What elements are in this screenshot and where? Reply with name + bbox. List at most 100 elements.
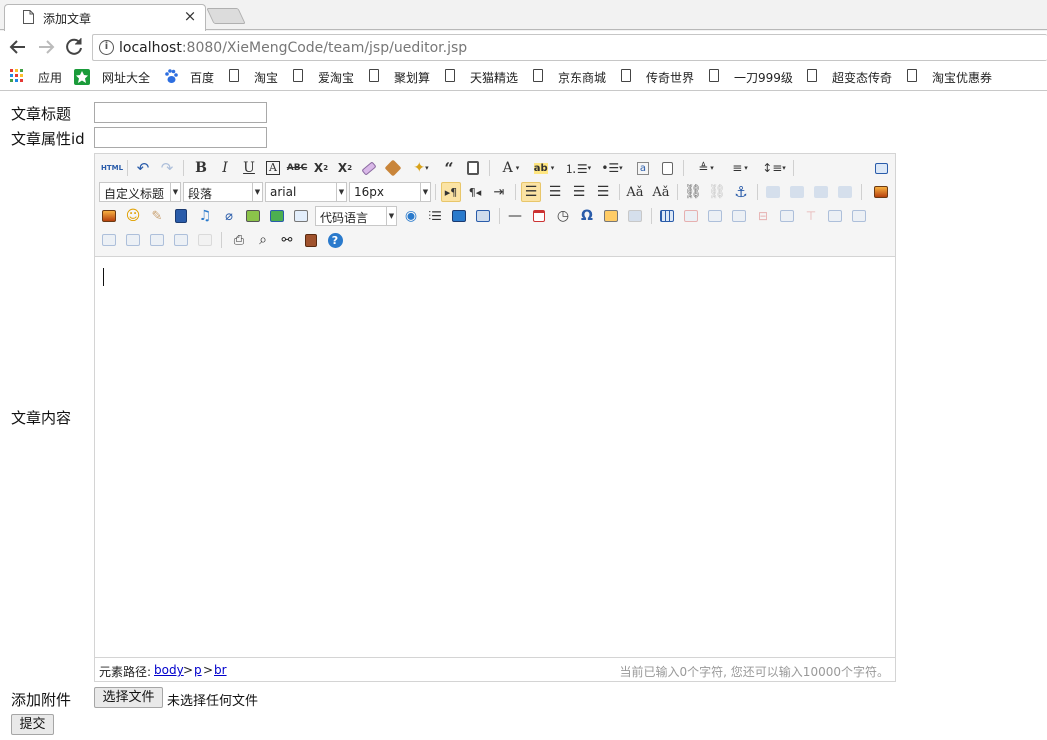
bookmark-chuanqi[interactable]: 传奇世界 <box>621 68 699 86</box>
eraser-icon[interactable] <box>359 158 379 178</box>
subscript-icon[interactable]: X2 <box>335 158 355 178</box>
anchor-icon[interactable]: ⚓ <box>731 182 751 202</box>
bold-icon[interactable]: B <box>191 158 211 178</box>
align-justify-icon[interactable]: ☰ <box>593 182 613 202</box>
merge-cells-icon[interactable] <box>825 206 845 226</box>
background-icon[interactable] <box>449 206 469 226</box>
insert-video-icon[interactable] <box>171 206 191 226</box>
title-input[interactable] <box>94 102 267 123</box>
ordered-list-icon[interactable]: ⒈☰ ▾ <box>563 158 593 178</box>
insert-frame-icon[interactable] <box>243 206 263 226</box>
snap-screen-icon[interactable] <box>601 206 621 226</box>
bookmark-ai-taobao[interactable]: 爱淘宝 <box>293 68 359 86</box>
align-right-icon[interactable]: ☰ <box>569 182 589 202</box>
insert-row-icon[interactable] <box>729 206 749 226</box>
music-icon[interactable]: ♫ <box>195 206 215 226</box>
image-center-icon[interactable] <box>835 182 855 202</box>
image-none-icon[interactable] <box>763 182 783 202</box>
clear-document-icon[interactable] <box>657 158 677 178</box>
bookmark-apps[interactable]: 应用 <box>10 68 64 86</box>
multi-image-icon[interactable] <box>99 206 119 226</box>
underline-icon[interactable]: U <box>239 158 259 178</box>
align-left-icon[interactable]: ☰ <box>521 182 541 202</box>
paragraph-format-select[interactable]: 段落 ▼ <box>183 182 263 202</box>
select-all-icon[interactable]: a <box>633 158 653 178</box>
help-icon[interactable]: ? <box>325 230 345 250</box>
redo-icon[interactable]: ↷ <box>157 158 177 178</box>
html-source-button[interactable]: HTML <box>101 158 123 178</box>
choose-file-button[interactable]: 选择文件 <box>94 687 163 708</box>
close-tab-icon[interactable]: × <box>181 7 199 25</box>
split-to-cols-icon[interactable] <box>171 230 191 250</box>
line-height-icon[interactable]: ↕≡ ▾ <box>759 158 789 178</box>
insert-time-icon[interactable]: ◷ <box>553 206 573 226</box>
rtl-direction-icon[interactable]: ¶◂ <box>465 182 485 202</box>
auto-typeset-icon[interactable]: ✦ ▾ <box>407 158 435 178</box>
undo-icon[interactable]: ↶ <box>133 158 153 178</box>
strikethrough-icon[interactable]: ABC <box>287 158 307 178</box>
insert-date-icon[interactable] <box>529 206 549 226</box>
split-to-cells-icon[interactable] <box>123 230 143 250</box>
bookmark-chaobian[interactable]: 超变态传奇 <box>807 68 897 86</box>
background-color-icon[interactable]: ab ▾ <box>529 158 559 178</box>
bookmark-yidao[interactable]: 一刀999级 <box>709 68 797 86</box>
special-char-icon[interactable]: Ω <box>577 206 597 226</box>
web-app-icon[interactable] <box>291 206 311 226</box>
blockquote-icon[interactable]: “ <box>439 158 459 178</box>
insert-table-icon[interactable] <box>657 206 677 226</box>
custom-heading-select[interactable]: 自定义标题 ▼ <box>99 182 181 202</box>
bookmark-taobao[interactable]: 淘宝 <box>229 68 283 86</box>
back-arrow-icon[interactable] <box>6 35 30 59</box>
submit-button[interactable]: 提交 <box>11 714 54 735</box>
drafts-icon[interactable] <box>301 230 321 250</box>
italic-icon[interactable]: I <box>215 158 235 178</box>
lowercase-icon[interactable]: Aǎ <box>651 182 671 202</box>
horizontal-rule-icon[interactable]: — <box>505 206 525 226</box>
insert-table-template-icon[interactable] <box>473 206 493 226</box>
split-to-rows-icon[interactable] <box>147 230 167 250</box>
paste-plain-icon[interactable] <box>463 158 483 178</box>
element-path-br[interactable]: br <box>214 663 227 677</box>
merge-right-icon[interactable] <box>849 206 869 226</box>
insert-image-icon[interactable] <box>871 182 891 202</box>
uppercase-icon[interactable]: Aǎ <box>625 182 645 202</box>
bookmark-baidu[interactable]: 百度 <box>164 68 220 86</box>
paragraph-spacing-top-icon[interactable]: ≜ ▾ <box>691 158 721 178</box>
editor-content-area[interactable] <box>95 258 895 656</box>
indent-icon[interactable]: ⇥ <box>489 182 509 202</box>
reload-icon[interactable] <box>62 35 86 59</box>
address-bar[interactable]: i localhost:8080/XieMengCode/team/jsp/ue… <box>92 34 1047 61</box>
bookmark-juhuasuan[interactable]: 聚划算 <box>369 68 435 86</box>
template-icon[interactable]: ◉ <box>401 206 421 226</box>
link-icon[interactable]: ⛓ <box>683 182 703 202</box>
forward-arrow-icon[interactable] <box>34 35 58 59</box>
bookmark-coupon[interactable]: 淘宝优惠券 <box>907 68 999 86</box>
bookmark-hao123[interactable]: 网址大全 <box>74 68 158 86</box>
insert-paragraph-before-table-icon[interactable] <box>705 206 725 226</box>
unlink-icon[interactable]: ⛓ <box>707 182 727 202</box>
fullscreen-icon[interactable] <box>871 158 891 178</box>
delete-row-icon[interactable]: ⊟ <box>753 206 773 226</box>
code-language-select[interactable]: 代码语言 ▼ <box>315 206 397 226</box>
font-size-select[interactable]: 16px ▼ <box>349 182 431 202</box>
preview-magnifier-icon[interactable]: ⌕ <box>253 230 273 250</box>
superscript-icon[interactable]: X2 <box>311 158 331 178</box>
align-center-icon[interactable]: ☰ <box>545 182 565 202</box>
page-break-icon[interactable]: ⫶☰ <box>425 206 445 226</box>
info-icon[interactable]: i <box>99 40 114 55</box>
image-right-icon[interactable] <box>811 182 831 202</box>
element-path-body[interactable]: body <box>154 663 184 677</box>
attribute-id-input[interactable] <box>94 127 267 148</box>
bookmark-jd[interactable]: 京东商城 <box>533 68 611 86</box>
chart-icon[interactable] <box>195 230 215 250</box>
delete-column-icon[interactable]: ⊤ <box>801 206 821 226</box>
scrawl-icon[interactable]: ✎ <box>147 206 167 226</box>
font-color-icon[interactable]: A ▾ <box>497 158 525 178</box>
delete-table-icon[interactable] <box>681 206 701 226</box>
image-left-icon[interactable] <box>787 182 807 202</box>
merge-down-icon[interactable] <box>99 230 119 250</box>
print-icon[interactable]: ⎙ <box>229 230 249 250</box>
bookmark-tmall[interactable]: 天猫精选 <box>445 68 523 86</box>
paragraph-spacing-bottom-icon[interactable]: ≡ ▾ <box>725 158 755 178</box>
insert-column-icon[interactable] <box>777 206 797 226</box>
